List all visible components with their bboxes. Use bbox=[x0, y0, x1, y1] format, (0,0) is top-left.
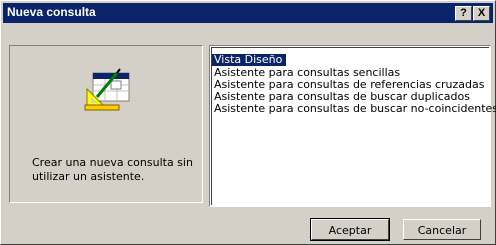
query-options-list[interactable]: Vista Diseño Asistente para consultas se… bbox=[209, 45, 496, 207]
preview-panel: Crear una nueva consulta sin utilizar un… bbox=[9, 45, 203, 203]
new-query-dialog: Nueva consulta ? X Crear una nueva consu… bbox=[0, 0, 496, 245]
list-item[interactable]: Vista Diseño bbox=[212, 54, 287, 66]
cancel-button[interactable]: Cancelar bbox=[403, 219, 481, 240]
preview-description: Crear una nueva consulta sin utilizar un… bbox=[32, 156, 193, 183]
list-item[interactable]: Asistente para consultas de buscar no-co… bbox=[212, 103, 496, 115]
close-button[interactable]: X bbox=[473, 6, 490, 21]
help-button[interactable]: ? bbox=[455, 6, 472, 21]
query-design-icon bbox=[84, 68, 130, 111]
title-bar[interactable]: Nueva consulta ? X bbox=[3, 3, 493, 23]
accept-button[interactable]: Aceptar bbox=[310, 218, 390, 241]
dialog-title: Nueva consulta bbox=[7, 5, 96, 19]
